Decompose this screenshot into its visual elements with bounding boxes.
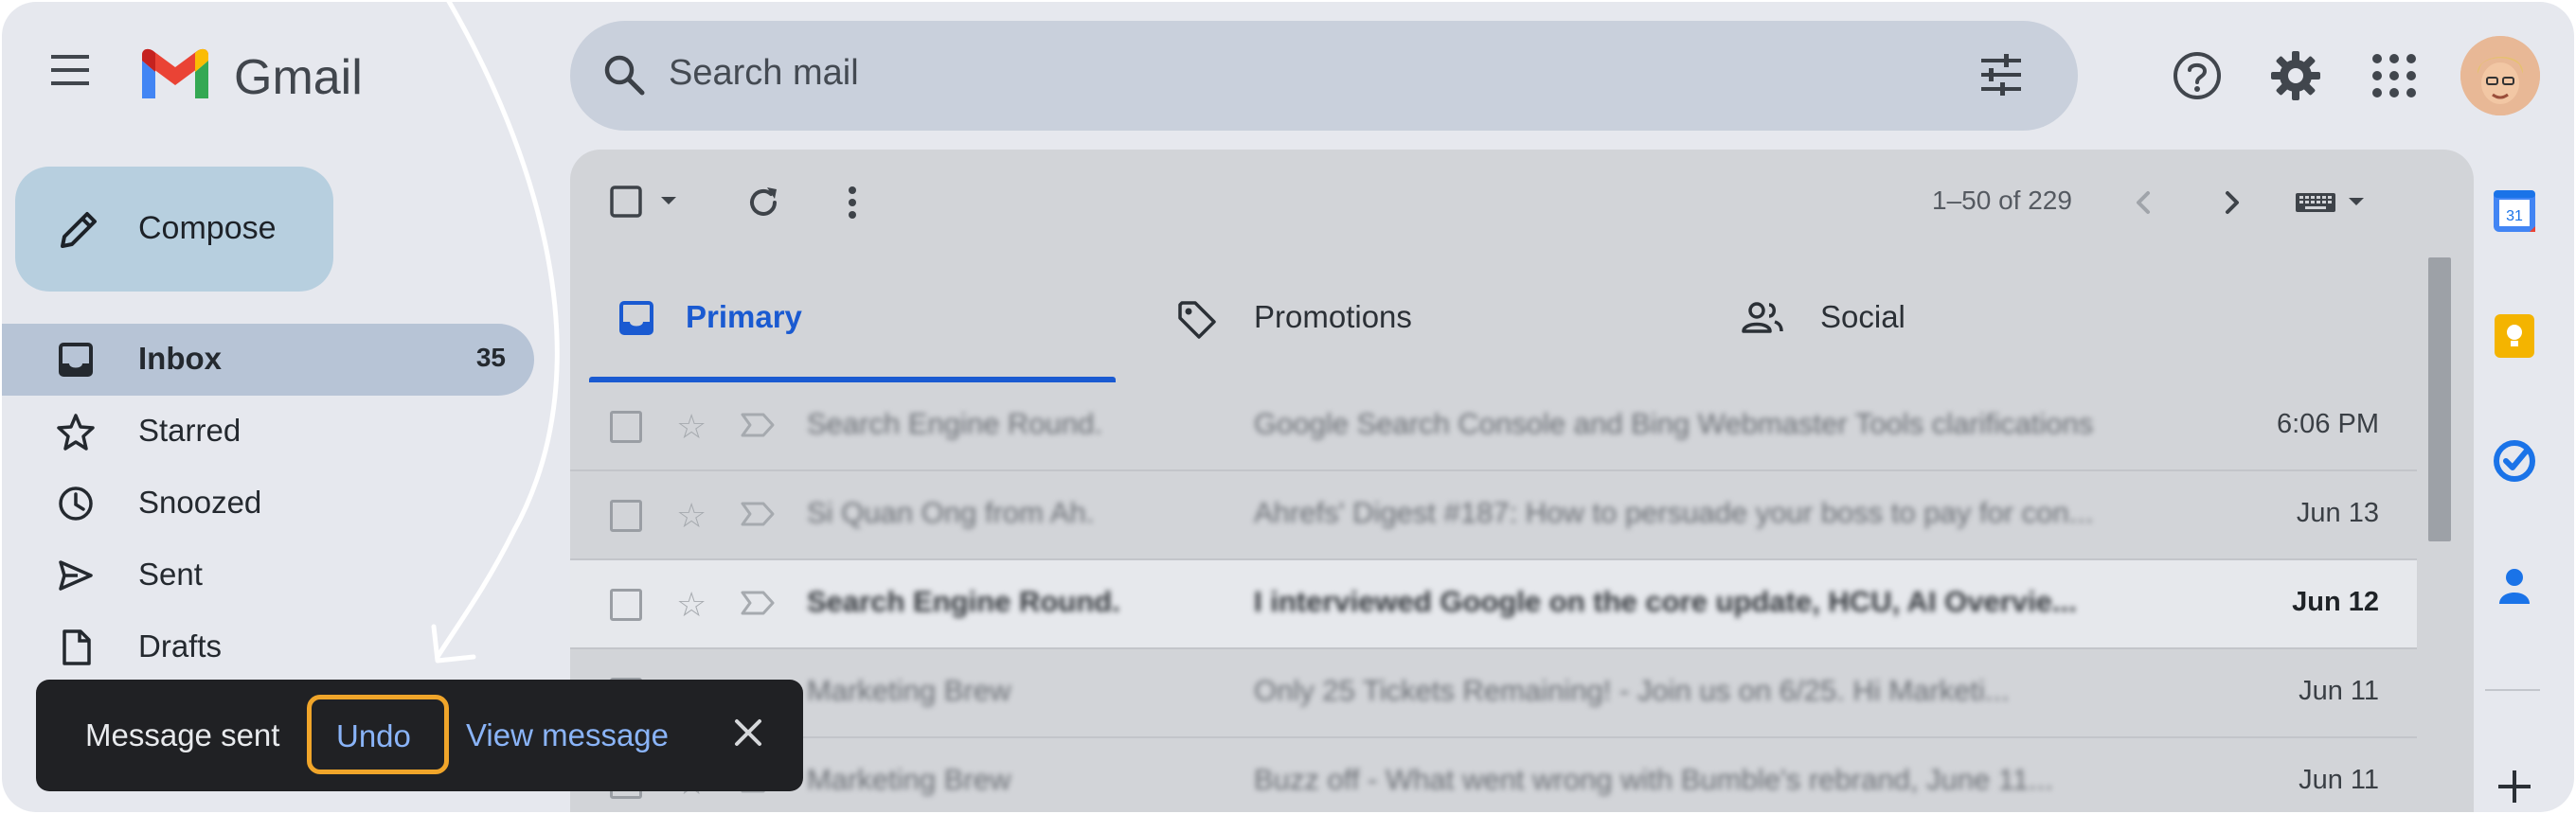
message-sent-snackbar: Message sent Undo View message [36,680,803,791]
email-subject: Google Search Console and Bing Webmaster… [1254,407,2094,440]
main-menu-icon[interactable] [47,51,104,108]
keep-icon[interactable] [2491,312,2538,360]
tasks-icon[interactable] [2491,437,2538,485]
settings-gear-icon[interactable] [2269,49,2322,102]
rail-divider [2485,689,2540,691]
mail-list-scrollbar[interactable] [2428,257,2451,541]
unread-count-badge: 35 [475,343,506,372]
sidebar-item-label: Starred [138,413,242,448]
contacts-icon[interactable] [2491,562,2538,610]
snackbar-message: Message sent [85,717,280,752]
importance-marker-icon[interactable] [739,411,777,439]
next-page-icon[interactable] [2210,182,2252,223]
email-sender: Si Quan Ong from Ah. [807,496,1095,529]
email-date: Jun 11 [2299,765,2379,795]
sidebar-item-drafts[interactable]: Drafts [2,611,534,683]
star-icon[interactable]: ☆ [676,585,707,625]
importance-marker-icon[interactable] [739,589,777,617]
refresh-icon[interactable] [742,182,784,223]
gmail-logo-icon[interactable] [138,47,212,104]
email-date: Jun 11 [2299,676,2379,706]
tab-label: Primary [686,299,802,334]
close-icon[interactable] [729,714,767,752]
email-row[interactable]: ☆ Search Engine Round. Google Search Con… [570,382,2417,471]
input-tools-keyboard-icon[interactable] [2292,182,2368,223]
help-icon[interactable] [2171,49,2224,102]
tag-icon [1176,299,1218,341]
calendar-icon[interactable]: 31 [2491,187,2538,235]
inbox-icon [57,341,95,379]
star-icon[interactable]: ☆ [676,496,707,536]
star-icon [57,413,95,451]
email-subject: I interviewed Google on the core update,… [1254,585,2077,618]
sidebar-item-snoozed[interactable]: Snoozed [2,468,534,540]
sidebar-item-label: Sent [138,557,203,592]
app-brand-name[interactable]: Gmail [234,47,363,108]
email-row[interactable]: ☆ Marketing Brew Buzz off - What went wr… [570,738,2417,812]
sidebar-item-starred[interactable]: Starred [2,396,534,468]
select-all-checkbox[interactable] [608,182,680,223]
people-icon [1741,299,1784,337]
google-apps-icon[interactable] [2368,49,2421,102]
row-checkbox[interactable] [610,411,642,443]
sidebar-item-inbox[interactable]: Inbox 35 [2,324,534,396]
email-row[interactable]: ☆ Si Quan Ong from Ah. Ahrefs' Digest #1… [570,471,2417,560]
email-subject: Ahrefs' Digest #187: How to persuade you… [1254,496,2094,529]
account-avatar[interactable] [2460,36,2540,115]
tab-label: Promotions [1254,299,1412,334]
email-sender: Marketing Brew [807,763,1011,796]
email-row[interactable]: ☆ Search Engine Round. I interviewed Goo… [570,560,2417,649]
tab-social[interactable]: Social [1712,276,2243,382]
tab-promotions[interactable]: Promotions [1148,276,1678,382]
email-row[interactable]: ☆ Marketing Brew Only 25 Tickets Remaini… [570,649,2417,738]
search-icon[interactable] [600,51,648,98]
email-sender: Marketing Brew [807,674,1011,707]
email-date: Jun 13 [2296,498,2379,528]
undo-label: Undo [336,718,411,753]
sidebar-item-label: Snoozed [138,485,262,520]
compose-button[interactable]: Compose [15,167,333,292]
email-subject: Buzz off - What went wrong with Bumble's… [1254,763,2053,796]
search-options-icon[interactable] [1977,51,2025,98]
email-date: 6:06 PM [2277,409,2379,439]
sidebar-item-label: Inbox [138,341,222,376]
email-date: Jun 12 [2292,587,2379,617]
view-message-link[interactable]: View message [466,717,669,753]
email-sender: Search Engine Round. [807,407,1102,440]
tab-primary[interactable]: Primary [589,276,1116,382]
email-sender: Search Engine Round. [807,585,1120,618]
tab-label: Social [1820,299,1905,334]
compose-label: Compose [138,210,277,246]
inbox-icon [617,299,655,337]
send-icon [57,557,95,594]
pencil-icon [55,206,102,254]
more-options-icon[interactable] [832,182,873,223]
clock-icon [57,485,95,522]
email-subject: Only 25 Tickets Remaining! - Join us on … [1254,674,2010,707]
importance-marker-icon[interactable] [739,500,777,528]
sidebar-item-sent[interactable]: Sent [2,540,534,611]
search-bar[interactable]: Search mail [570,21,2078,131]
draft-icon [57,628,95,666]
row-checkbox[interactable] [610,589,642,621]
star-icon[interactable]: ☆ [676,407,707,447]
calendar-day-number: 31 [2506,208,2523,224]
undo-button[interactable]: Undo [307,695,449,774]
sidebar-item-label: Drafts [138,628,223,664]
previous-page-icon[interactable] [2123,182,2165,223]
search-input[interactable]: Search mail [669,53,859,94]
add-addon-plus-icon[interactable] [2491,763,2538,810]
row-checkbox[interactable] [610,500,642,532]
app-window: Gmail Search mail Compose Inbox 35 Starr… [2,2,2574,812]
pagination-range: 1–50 of 229 [1932,186,2072,215]
